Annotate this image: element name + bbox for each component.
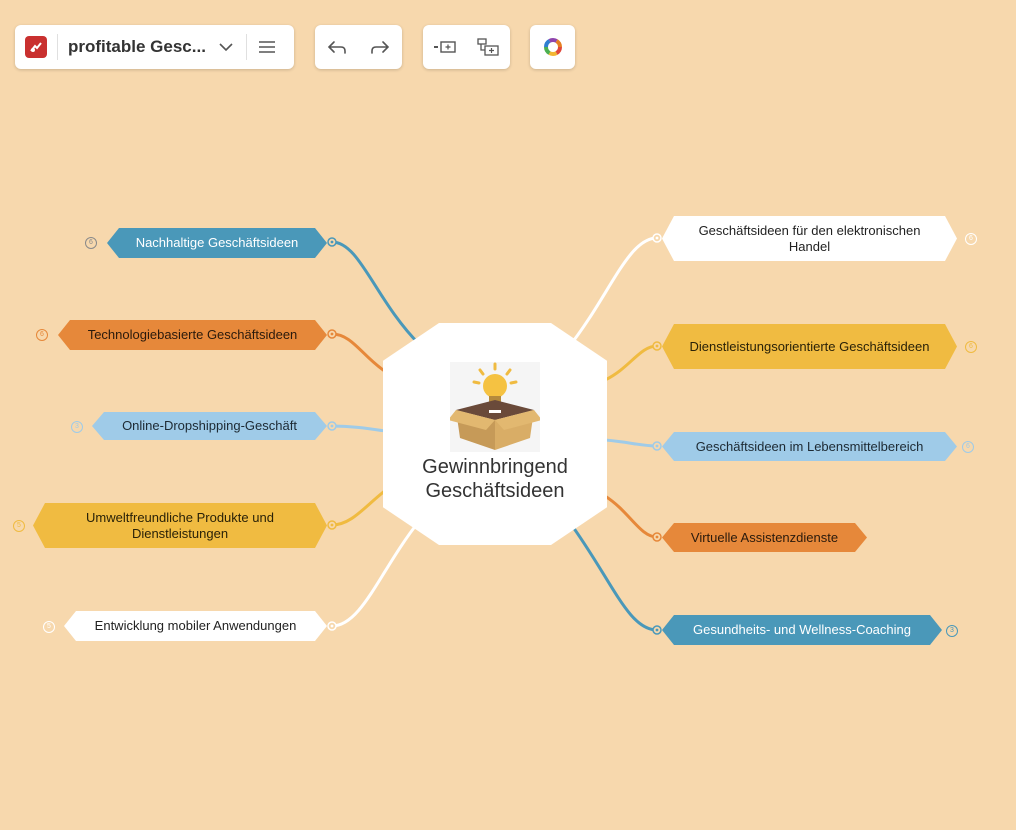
topic-node[interactable]: Geschäftsideen für den elektronischen Ha… xyxy=(662,216,957,261)
child-count-badge[interactable]: 6 xyxy=(85,237,97,249)
topic-node[interactable]: Dienstleistungsorientierte Geschäftsidee… xyxy=(662,324,957,369)
topic-node[interactable]: Nachhaltige Geschäftsideen xyxy=(107,228,327,258)
topic-node[interactable]: Entwicklung mobiler Anwendungen xyxy=(64,611,327,641)
connector-line xyxy=(604,344,658,382)
connector-line xyxy=(331,488,387,527)
topic-node[interactable]: Technologiebasierte Geschäftsideen xyxy=(58,320,327,350)
topic-node[interactable]: Online-Dropshipping-Geschäft xyxy=(92,412,327,440)
child-count-badge[interactable]: 5 xyxy=(13,520,25,532)
connector-line xyxy=(331,240,422,347)
child-count-badge[interactable]: 6 xyxy=(965,233,977,245)
connector-line xyxy=(604,494,658,539)
connector-line xyxy=(331,332,387,374)
child-count-badge[interactable]: 3 xyxy=(71,421,83,433)
child-count-badge[interactable]: 6 xyxy=(965,341,977,353)
root-topic-label: Gewinnbringend Geschäftsideen xyxy=(422,456,568,502)
child-count-badge[interactable]: 5 xyxy=(43,621,55,633)
topic-node[interactable]: Virtuelle Assistenzdienste xyxy=(662,523,867,552)
topic-node[interactable]: Umweltfreundliche Produkte und Dienstlei… xyxy=(33,503,327,548)
topic-node[interactable]: Geschäftsideen im Lebensmittelbereich xyxy=(662,432,957,461)
child-count-badge[interactable]: 6 xyxy=(36,329,48,341)
connector-line xyxy=(604,438,658,448)
connector-line xyxy=(566,236,658,349)
topic-node[interactable]: Gesundheits- und Wellness-Coaching xyxy=(662,615,942,645)
connector-line xyxy=(566,519,658,632)
connector-line xyxy=(331,424,386,433)
idea-box-icon xyxy=(450,362,540,452)
child-count-badge[interactable]: 6 xyxy=(962,441,974,453)
connector-line xyxy=(331,519,422,628)
child-count-badge[interactable]: 3 xyxy=(946,625,958,637)
